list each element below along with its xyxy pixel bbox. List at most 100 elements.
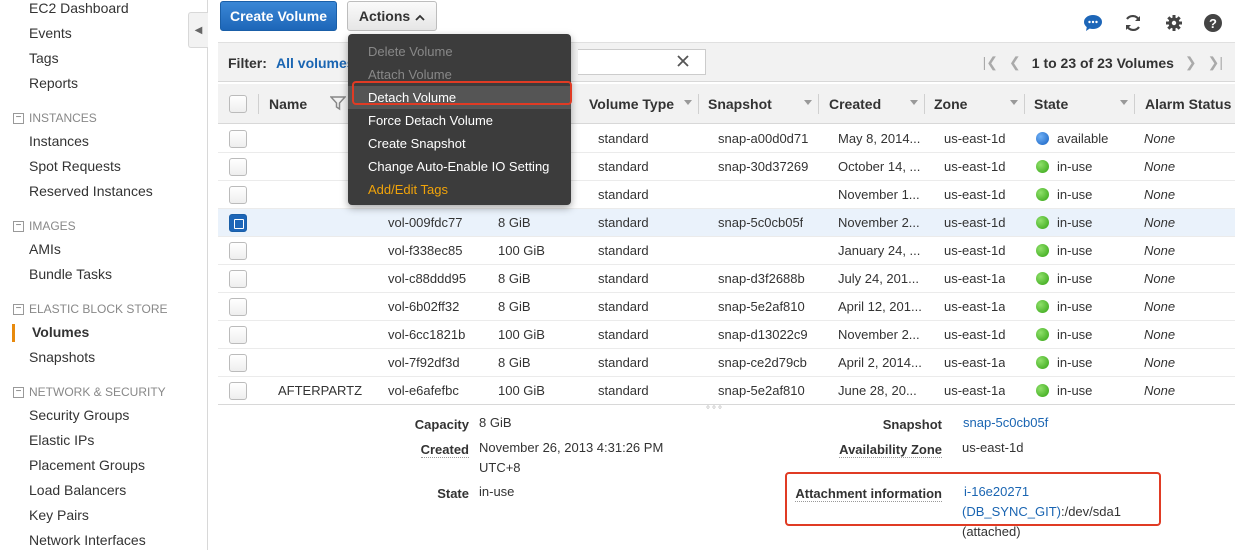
row-checkbox[interactable] — [229, 382, 247, 400]
sidebar-section-elastic-block-store[interactable]: − ELASTIC BLOCK STORE — [13, 302, 168, 316]
sidebar-item-reports[interactable]: Reports — [29, 75, 78, 91]
filter-label: Filter: — [228, 55, 267, 71]
sidebar-item-spot-requests[interactable]: Spot Requests — [29, 158, 121, 174]
sidebar-item-key-pairs[interactable]: Key Pairs — [29, 507, 89, 523]
row-created: October 14, ... — [838, 159, 921, 174]
row-checkbox[interactable] — [229, 326, 247, 344]
help-icon[interactable]: ? — [1203, 13, 1223, 33]
close-icon[interactable] — [676, 54, 690, 71]
menu-item-force-detach-volume[interactable]: Force Detach Volume — [348, 109, 571, 132]
menu-item-change-auto-enable-io[interactable]: Change Auto-Enable IO Setting — [348, 155, 571, 178]
sidebar-item-snapshots[interactable]: Snapshots — [29, 349, 95, 365]
status-dot-icon — [1036, 216, 1049, 229]
row-checkbox[interactable] — [229, 130, 247, 148]
row-volume-type: standard — [598, 327, 649, 342]
refresh-icon[interactable] — [1123, 13, 1143, 33]
row-size: 8 GiB — [498, 215, 531, 230]
sidebar-item-load-balancers[interactable]: Load Balancers — [29, 482, 126, 498]
select-all-checkbox[interactable] — [229, 95, 247, 113]
sidebar-section-instances[interactable]: − INSTANCES — [13, 111, 97, 125]
table-row[interactable]: vol-c88ddd95 8 GiB standard snap-d3f2688b Ju… — [218, 265, 1235, 293]
row-volume-type: standard — [598, 159, 649, 174]
sidebar-item-volumes[interactable]: Volumes — [32, 324, 89, 340]
row-state: in-use — [1057, 355, 1093, 370]
column-header-volume-type[interactable]: Volume Type — [589, 96, 674, 112]
sidebar: EC2 Dashboard Events Tags Reports − INST… — [0, 0, 208, 550]
row-volume-type: standard — [598, 355, 649, 370]
sidebar-item-security-groups[interactable]: Security Groups — [29, 407, 129, 423]
sidebar-item-amis[interactable]: AMIs — [29, 241, 61, 257]
last-page-icon[interactable]: ❯| — [1208, 54, 1223, 71]
state-value: in-use — [479, 484, 515, 499]
sort-caret-icon[interactable] — [1120, 100, 1128, 105]
row-checkbox[interactable] — [229, 242, 247, 260]
sidebar-item-network-interfaces[interactable]: Network Interfaces — [29, 532, 146, 548]
collapse-section-icon[interactable]: − — [13, 303, 24, 315]
row-created: July 24, 201... — [838, 271, 919, 286]
sidebar-item-reserved-instances[interactable]: Reserved Instances — [29, 183, 153, 199]
menu-item-create-snapshot[interactable]: Create Snapshot — [348, 132, 571, 155]
row-checkbox[interactable] — [229, 158, 247, 176]
table-row[interactable]: vol-009fdc77 8 GiB standard snap-5c0cb05f No… — [218, 209, 1235, 237]
previous-page-icon[interactable]: ❮ — [1009, 54, 1021, 71]
created-label: Created — [420, 442, 469, 458]
menu-item-add-edit-tags[interactable]: Add/Edit Tags — [348, 178, 571, 201]
row-volume-id: vol-6b02ff32 — [388, 299, 460, 314]
collapse-section-icon[interactable]: − — [13, 220, 24, 232]
filter-scope-dropdown[interactable]: All volumes — [276, 55, 355, 71]
row-zone: us-east-1d — [944, 187, 1006, 202]
table-row[interactable]: vol-6cc1821b 100 GiB standard snap-d13022c9… — [218, 321, 1235, 349]
sort-caret-icon[interactable] — [684, 100, 692, 105]
gear-icon[interactable] — [1164, 13, 1184, 33]
sidebar-item-events[interactable]: Events — [29, 25, 72, 41]
collapse-section-icon[interactable]: − — [13, 112, 24, 124]
sidebar-item-tags[interactable]: Tags — [29, 50, 59, 66]
collapse-section-icon[interactable]: − — [13, 386, 24, 398]
next-page-icon[interactable]: ❯ — [1185, 54, 1197, 71]
sidebar-section-network-security[interactable]: − NETWORK & SECURITY — [13, 385, 166, 399]
table-row[interactable]: vol-7f92df3d 8 GiB standard snap-ce2d79cb Ap… — [218, 349, 1235, 377]
column-header-zone[interactable]: Zone — [934, 96, 967, 112]
pane-resize-handle[interactable]: °°° — [706, 405, 724, 416]
actions-button[interactable]: Actions — [347, 1, 437, 31]
sort-caret-icon[interactable] — [1010, 100, 1018, 105]
row-alarm-status: None — [1144, 187, 1176, 202]
column-header-state[interactable]: State — [1034, 96, 1068, 112]
row-checkbox[interactable] — [229, 298, 247, 316]
table-row[interactable]: AFTERPARTZ vol-e6afefbc 100 GiB standard sna… — [218, 377, 1235, 405]
table-row[interactable]: vol-6b02ff32 8 GiB standard snap-5e2af810 Ap… — [218, 293, 1235, 321]
row-checkbox[interactable] — [229, 214, 247, 232]
sort-caret-icon[interactable] — [910, 100, 918, 105]
row-checkbox[interactable] — [229, 186, 247, 204]
chat-icon[interactable] — [1083, 13, 1103, 33]
table-row[interactable]: vol-f338ec85 100 GiB standard January 24, .… — [218, 237, 1235, 265]
column-header-snapshot[interactable]: Snapshot — [708, 96, 772, 112]
actions-label: Actions — [358, 8, 411, 24]
sidebar-item-bundle-tasks[interactable]: Bundle Tasks — [29, 266, 112, 282]
row-snapshot: snap-5e2af810 — [718, 299, 805, 314]
sidebar-item-placement-groups[interactable]: Placement Groups — [29, 457, 145, 473]
sidebar-section-title: ELASTIC BLOCK STORE — [29, 302, 168, 316]
sort-caret-icon[interactable] — [804, 100, 812, 105]
row-state: in-use — [1057, 383, 1093, 398]
row-volume-id: vol-f338ec85 — [388, 243, 463, 258]
row-checkbox[interactable] — [229, 270, 247, 288]
first-page-icon[interactable]: |❮ — [983, 54, 998, 71]
sidebar-collapse-toggle[interactable]: ◀ — [188, 12, 208, 48]
filter-icon[interactable] — [329, 95, 347, 114]
status-dot-icon — [1036, 244, 1049, 257]
snapshot-link[interactable]: snap-5c0cb05f — [963, 413, 1048, 433]
sidebar-section-images[interactable]: − IMAGES — [13, 219, 76, 233]
menu-item-delete-volume[interactable]: Delete Volume — [348, 40, 571, 63]
main-panel: Create Volume Actions ? Filter: All volu… — [208, 0, 1235, 550]
column-header-name[interactable]: Name — [269, 96, 307, 112]
status-dot-icon — [1036, 384, 1049, 397]
sidebar-item-elastic-ips[interactable]: Elastic IPs — [29, 432, 94, 448]
created-value-line1: November 26, 2013 4:31:26 PM — [479, 440, 664, 455]
sidebar-item-ec2-dashboard[interactable]: EC2 Dashboard — [29, 0, 129, 16]
row-checkbox[interactable] — [229, 354, 247, 372]
sidebar-item-instances[interactable]: Instances — [29, 133, 89, 149]
column-header-created[interactable]: Created — [829, 96, 881, 112]
column-header-alarm-status[interactable]: Alarm Status — [1145, 96, 1231, 112]
create-volume-button[interactable]: Create Volume — [220, 1, 337, 31]
